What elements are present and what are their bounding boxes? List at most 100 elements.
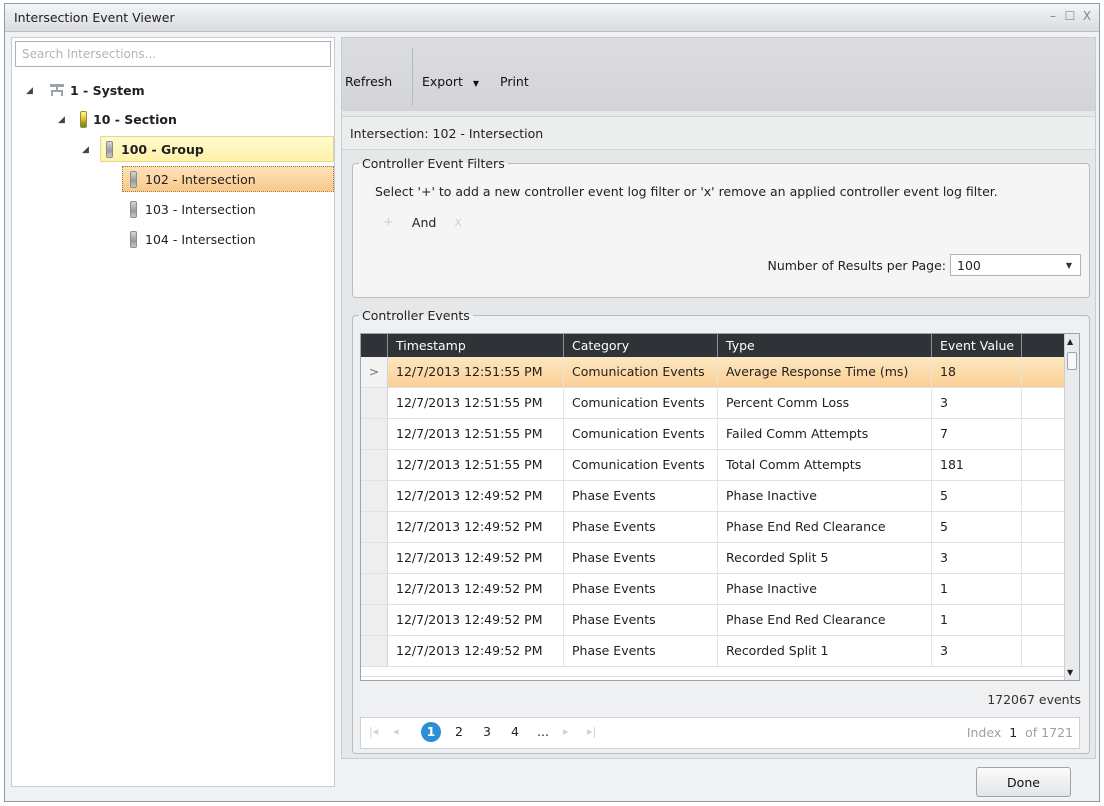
tree-node-intersection-103[interactable]: 103 - Intersection [130,196,256,222]
table-row[interactable]: 12/7/2013 12:49:52 PM Phase Events Phase E… [361,512,1066,543]
table-row[interactable]: 12/7/2013 12:51:55 PM Comunication Events… [361,388,1066,419]
row-selector[interactable] [361,605,388,635]
page-2-button[interactable]: 2 [449,722,469,742]
cell-event-value: 1 [932,574,1022,604]
tree-node-group[interactable]: 100 - Group [100,136,334,162]
page-4-button[interactable]: 4 [505,722,525,742]
filters-legend: Controller Event Filters [362,156,505,171]
cell-type: Phase Inactive [718,574,932,604]
events-grid: Timestamp Category Type Event Value >12/… [360,333,1080,681]
tree-node-label: 1 - System [70,82,145,98]
tree-node-intersection-102[interactable]: 102 - Intersection [122,166,334,192]
scroll-down-icon[interactable]: ▼ [1067,668,1073,677]
column-header-category[interactable]: Category [564,334,718,357]
table-row[interactable]: 12/7/2013 12:49:52 PM Phase Events Phase I… [361,481,1066,512]
cell-timestamp: 12/7/2013 12:51:55 PM [388,388,564,418]
last-page-icon[interactable]: ▸| [587,725,596,738]
page-3-button[interactable]: 3 [477,722,497,742]
tree-node-section[interactable]: 10 - Section [80,106,177,132]
scroll-up-icon[interactable]: ▲ [1067,337,1073,346]
group-signal-icon [106,140,113,158]
events-pane: Refresh Export ▼ Print Intersection: 102… [341,37,1096,759]
add-filter-icon[interactable]: + [383,215,394,230]
cell-type: Recorded Split 5 [718,543,932,573]
cell-category: Phase Events [564,481,718,511]
scroll-thumb[interactable] [1067,352,1077,370]
event-viewer-window: Intersection Event Viewer – ☐ X ◢ 1 - Sy… [4,3,1100,802]
table-row[interactable]: 12/7/2013 12:49:52 PM Phase Events Phase I… [361,574,1066,605]
cell-event-value: 5 [932,512,1022,542]
page-index: Index 1 of 1721 [967,725,1073,740]
done-button[interactable]: Done [976,767,1071,797]
row-selector[interactable]: > [361,357,388,387]
previous-page-icon[interactable]: ◂ [393,725,399,738]
expand-system-icon[interactable]: ◢ [26,86,33,96]
maximize-button[interactable]: ☐ [1064,9,1076,23]
cell-event-value: 3 [932,636,1022,666]
expand-group-icon[interactable]: ◢ [82,145,89,155]
results-per-page-value: 100 [957,257,981,273]
table-row[interactable]: 12/7/2013 12:49:52 PM Phase Events Phase E… [361,605,1066,636]
filter-row: + And x [383,215,462,230]
tree-node-label: 103 - Intersection [145,201,256,217]
next-page-icon[interactable]: ▸ [563,725,569,738]
filter-operator: And [411,215,437,230]
search-intersections-input[interactable] [15,41,331,67]
cell-timestamp: 12/7/2013 12:49:52 PM [388,605,564,635]
remove-filter-icon[interactable]: x [454,215,462,230]
cell-timestamp: 12/7/2013 12:49:52 PM [388,636,564,666]
row-selector[interactable] [361,543,388,573]
cell-type: Average Response Time (ms) [718,357,932,387]
cell-category: Comunication Events [564,357,718,387]
print-button[interactable]: Print [500,74,529,89]
filters-hint: Select '+' to add a new controller event… [375,184,998,199]
tree-node-intersection-104[interactable]: 104 - Intersection [130,226,256,252]
table-row[interactable]: 12/7/2013 12:49:52 PM Phase Events Recorde… [361,543,1066,574]
table-row[interactable]: 12/7/2013 12:51:55 PM Comunication Events… [361,450,1066,481]
vertical-scrollbar[interactable]: ▲ ▼ [1064,334,1079,680]
current-intersection-label: Intersection: 102 - Intersection [350,126,544,141]
toolbar-separator [412,48,413,106]
cell-category: Phase Events [564,636,718,666]
refresh-button[interactable]: Refresh [345,74,392,89]
page-1-button[interactable]: 1 [421,722,441,742]
index-total: of 1721 [1025,725,1073,740]
export-button[interactable]: Export ▼ [422,74,479,89]
cell-timestamp: 12/7/2013 12:49:52 PM [388,512,564,542]
tree-node-system[interactable]: 1 - System [50,77,145,103]
row-selector[interactable] [361,574,388,604]
cell-type: Percent Comm Loss [718,388,932,418]
window-title: Intersection Event Viewer [14,10,175,25]
column-header-event-value[interactable]: Event Value [932,334,1022,357]
close-button[interactable]: X [1081,9,1093,23]
row-selector[interactable] [361,512,388,542]
table-row[interactable]: 12/7/2013 12:51:55 PM Comunication Events… [361,419,1066,450]
cell-timestamp: 12/7/2013 12:49:52 PM [388,481,564,511]
traffic-signal-icon [80,110,87,128]
cell-timestamp: 12/7/2013 12:51:55 PM [388,450,564,480]
cell-event-value: 5 [932,481,1022,511]
more-pages-button[interactable]: ... [533,722,553,742]
cell-category: Phase Events [564,543,718,573]
expand-section-icon[interactable]: ◢ [58,115,65,125]
minimize-button[interactable]: – [1047,9,1059,23]
results-per-page-select[interactable]: 100 ▼ [950,254,1081,276]
chevron-down-icon: ▼ [1065,260,1072,270]
cell-category: Phase Events [564,512,718,542]
row-selector[interactable] [361,450,388,480]
row-selector[interactable] [361,419,388,449]
intersection-signal-icon [130,200,137,218]
cell-category: Comunication Events [564,388,718,418]
column-header-type[interactable]: Type [718,334,932,357]
window-controls: – ☐ X [1047,9,1093,23]
event-count: 172067 events [987,692,1081,707]
first-page-icon[interactable]: |◂ [369,725,378,738]
column-header-timestamp[interactable]: Timestamp [388,334,564,357]
cell-timestamp: 12/7/2013 12:51:55 PM [388,357,564,387]
table-row[interactable]: 12/7/2013 12:49:52 PM Phase Events Recorde… [361,636,1066,667]
row-selector[interactable] [361,636,388,666]
row-selector[interactable] [361,481,388,511]
table-row[interactable]: >12/7/2013 12:51:55 PM Comunication Event… [361,357,1066,388]
cell-timestamp: 12/7/2013 12:49:52 PM [388,543,564,573]
row-selector[interactable] [361,388,388,418]
